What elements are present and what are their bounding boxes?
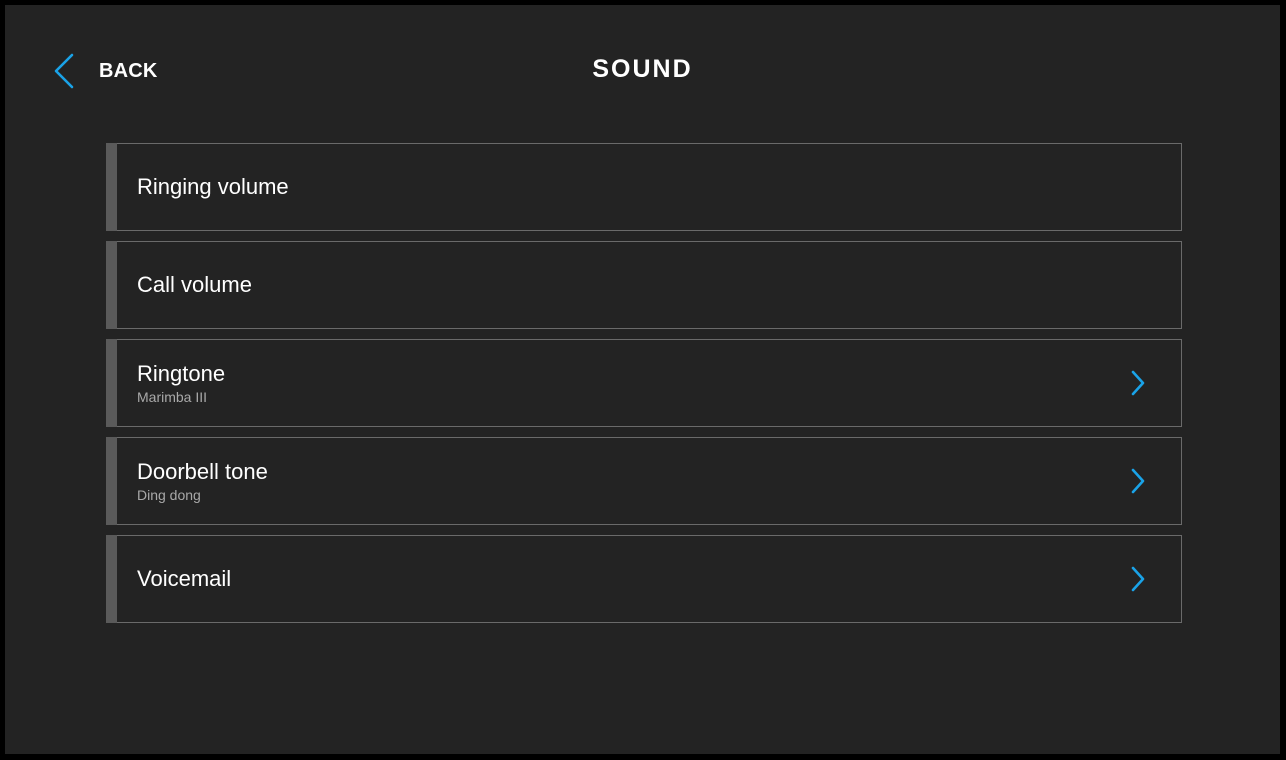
chevron-right-icon [1130,565,1146,598]
sound-settings-screen: BACK SOUND Ringing volume Call volume Ri… [5,5,1280,754]
setting-row-ringing-volume[interactable]: Ringing volume [106,143,1182,231]
row-label: Call volume [137,272,252,297]
row-accent-bar [106,339,117,427]
row-label: Voicemail [137,566,232,591]
settings-list: Ringing volume Call volume Ringtone Mari… [106,143,1182,633]
row-accent-bar [106,437,117,525]
row-text: Voicemail [137,566,231,592]
setting-row-doorbell-tone[interactable]: Doorbell tone Ding dong [106,437,1182,525]
row-text: Ringing volume [137,174,289,200]
row-label: Doorbell tone [137,458,268,484]
setting-row-ringtone[interactable]: Ringtone Marimba III [106,339,1182,427]
row-text: Doorbell tone Ding dong [137,459,268,504]
row-value: Marimba III [137,388,208,405]
row-text: Call volume [137,272,252,298]
header: BACK SOUND [5,5,1280,135]
row-label: Ringing volume [137,174,289,199]
page-title: SOUND [592,55,693,83]
setting-row-voicemail[interactable]: Voicemail [106,535,1182,623]
row-value: Ding dong [137,486,201,503]
setting-row-call-volume[interactable]: Call volume [106,241,1182,329]
row-label: Ringtone [137,360,226,386]
row-accent-bar [106,241,117,329]
row-text: Ringtone Marimba III [137,361,225,406]
row-accent-bar [106,143,117,231]
chevron-right-icon [1130,369,1146,402]
chevron-right-icon [1130,467,1146,500]
row-accent-bar [106,535,117,623]
